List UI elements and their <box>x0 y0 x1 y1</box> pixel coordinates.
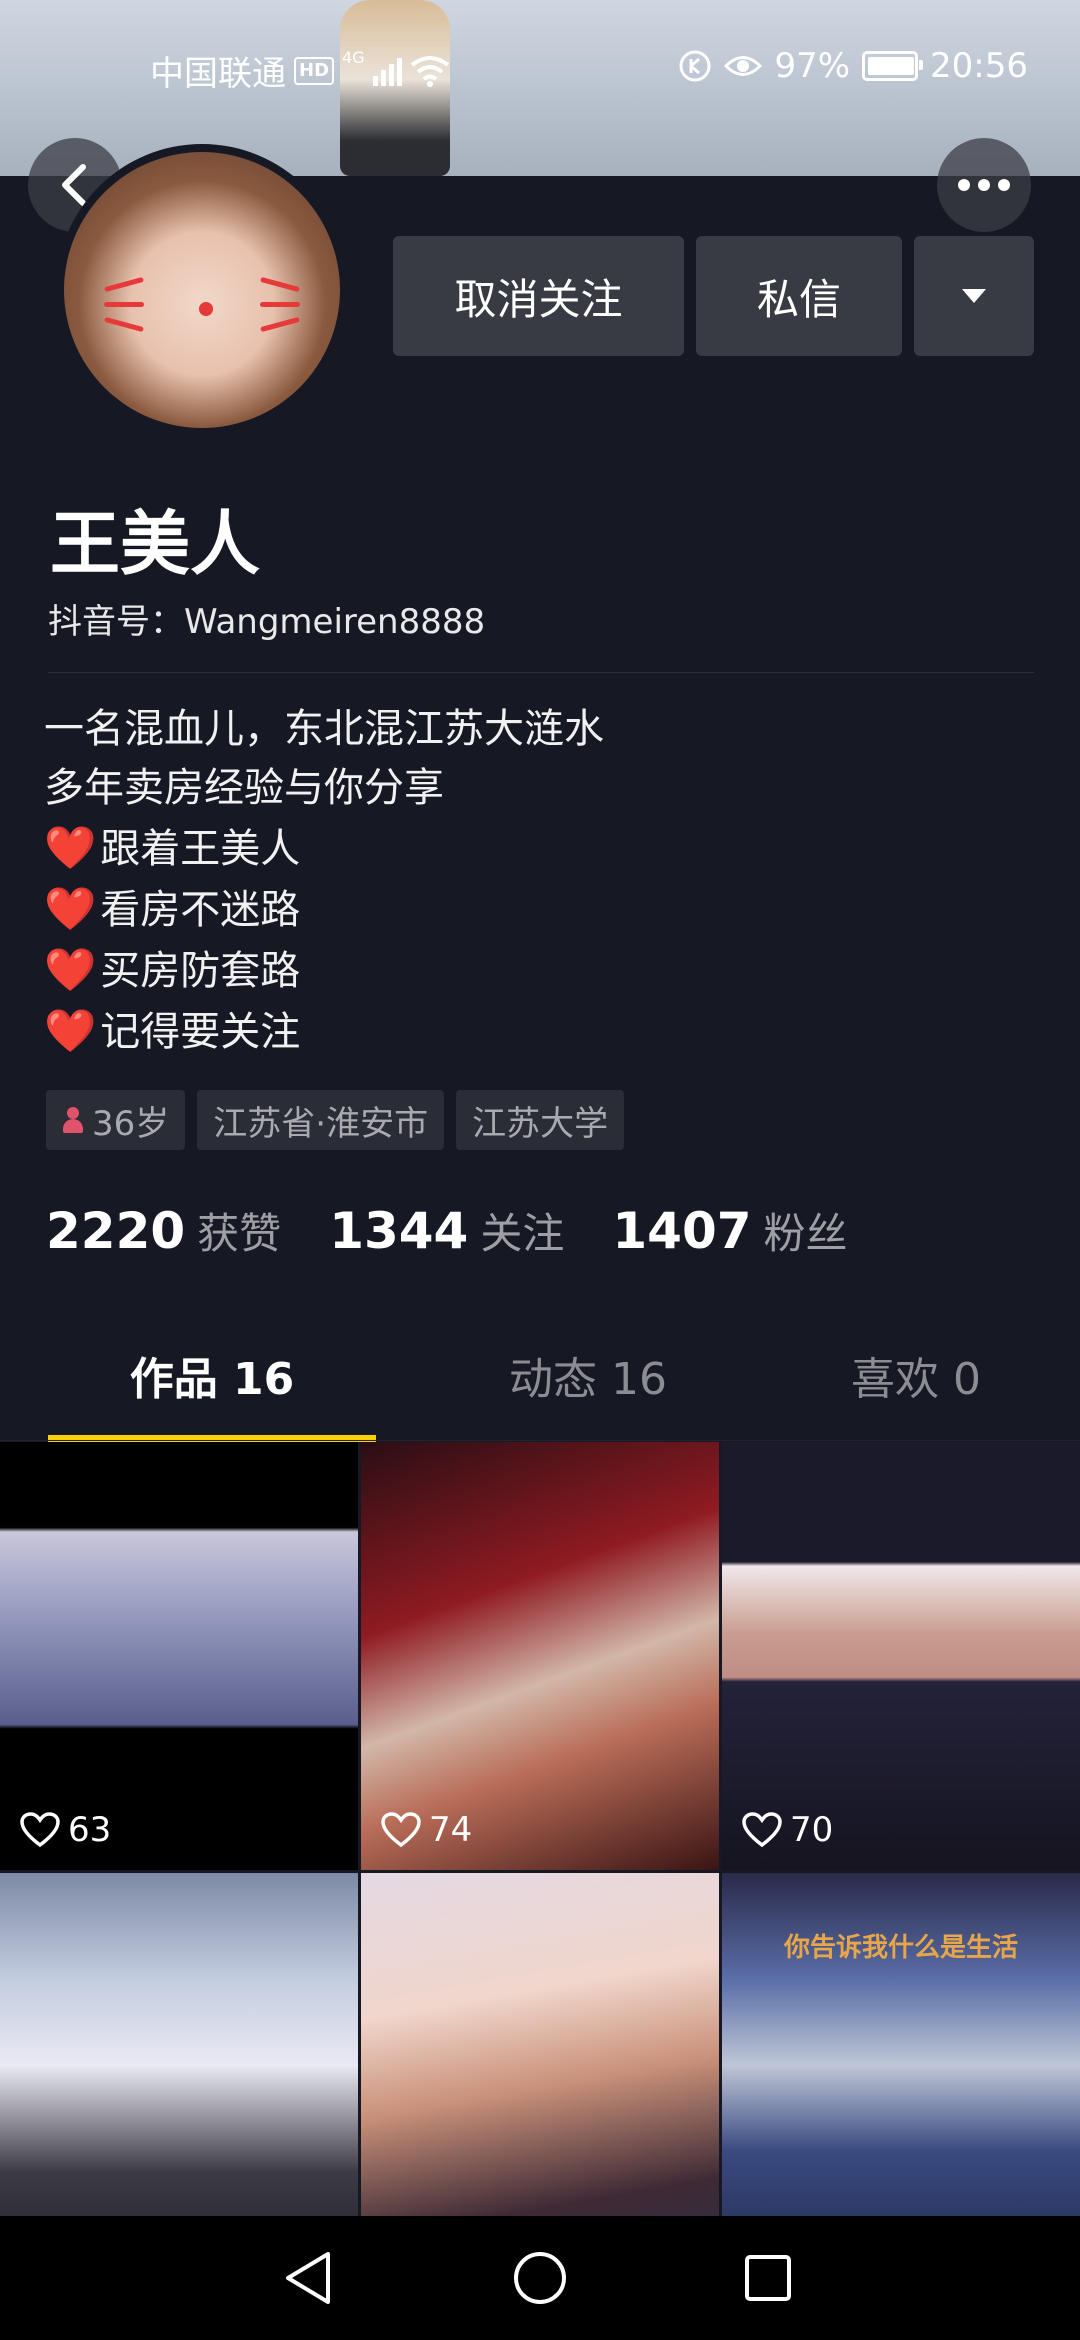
heart-outline-icon <box>742 1812 782 1848</box>
bio-line: 一名混血儿，东北混江苏大涟水 <box>44 706 604 752</box>
bio-line: ❤️ 看房不迷路 <box>44 884 301 933</box>
tab-likes[interactable]: 喜欢 0 <box>752 1330 1080 1440</box>
douyin-id[interactable]: 抖音号：Wangmeiren8888 <box>48 594 485 643</box>
carrier-label: 中国联通 <box>150 54 286 94</box>
clock: 20:56 <box>930 46 1028 86</box>
like-count: 74 <box>381 1810 472 1850</box>
video-thumbnail[interactable]: 63 <box>0 1442 358 1870</box>
heart-emoji-icon: ❤️ <box>44 823 97 872</box>
profile-name: 王美人 <box>50 503 260 585</box>
video-grid: 63 74 70 你告诉我什么是生活 <box>0 1442 1080 2301</box>
tab-dynamics[interactable]: 动态 16 <box>424 1330 752 1440</box>
heart-outline-icon <box>20 1812 60 1848</box>
heart-emoji-icon: ❤️ <box>44 945 97 994</box>
square-recents-icon <box>745 2255 791 2301</box>
battery-icon <box>862 51 924 81</box>
age-tag: 36岁 <box>46 1090 186 1150</box>
wifi-icon <box>410 55 449 87</box>
caret-down-icon <box>962 289 986 303</box>
bio: 一名混血儿，东北混江苏大涟水 多年卖房经验与你分享 ❤️ 跟着王美人 ❤️ 看房不迷… <box>44 700 604 1062</box>
recommend-dropdown-button[interactable] <box>914 236 1034 356</box>
video-thumbnail[interactable]: 74 <box>361 1442 719 1870</box>
system-nav-bar <box>0 2216 1080 2340</box>
circle-home-icon <box>514 2252 566 2304</box>
status-bar: 中国联通 HD 4G 97% 20:56 <box>0 0 1080 132</box>
network-label: 4G <box>342 48 365 67</box>
bio-line: ❤️ 记得要关注 <box>44 1006 301 1055</box>
heart-emoji-icon: ❤️ <box>44 884 97 933</box>
more-dots-icon <box>958 179 1010 191</box>
stat-following[interactable]: 1344 关注 <box>329 1200 564 1261</box>
data-saver-icon <box>679 50 711 82</box>
avatar[interactable] <box>56 144 348 436</box>
content-tabs: 作品 16 动态 16 喜欢 0 <box>0 1330 1080 1442</box>
location-tag: 江苏省·淮安市 <box>197 1090 445 1150</box>
profile-stats: 2220 获赞 1344 关注 1407 粉丝 <box>46 1200 896 1261</box>
nav-recents-button[interactable] <box>736 2246 800 2310</box>
stat-followers[interactable]: 1407 粉丝 <box>612 1200 847 1261</box>
tab-works[interactable]: 作品 16 <box>48 1330 376 1442</box>
like-count: 70 <box>742 1810 833 1850</box>
school-tag: 江苏大学 <box>456 1090 625 1150</box>
bio-line: ❤️ 买房防套路 <box>44 945 301 994</box>
divider <box>48 672 1034 673</box>
eye-icon <box>724 56 763 76</box>
heart-emoji-icon: ❤️ <box>44 1006 97 1055</box>
unfollow-button[interactable]: 取消关注 <box>393 236 684 356</box>
profile-tags: 36岁 江苏省·淮安市 江苏大学 <box>46 1090 625 1150</box>
nav-back-button[interactable] <box>276 2246 340 2310</box>
avatar-photo <box>64 152 340 428</box>
heart-outline-icon <box>381 1812 421 1848</box>
triangle-back-icon <box>286 2252 330 2304</box>
nav-home-button[interactable] <box>508 2246 572 2310</box>
like-count: 63 <box>20 1810 111 1850</box>
tabs-divider <box>0 1440 1080 1441</box>
bio-line: 多年卖房经验与你分享 <box>44 765 444 811</box>
thumbnail-caption: 你告诉我什么是生活 <box>783 1933 1018 1963</box>
bio-line: ❤️ 跟着王美人 <box>44 823 301 872</box>
message-button[interactable]: 私信 <box>696 236 902 356</box>
battery-percent: 97% <box>774 46 851 86</box>
stat-likes[interactable]: 2220 获赞 <box>46 1200 281 1261</box>
hd-badge: HD <box>294 56 335 85</box>
video-thumbnail[interactable]: 70 <box>722 1442 1080 1870</box>
more-button[interactable] <box>937 138 1031 232</box>
female-icon <box>62 1105 84 1135</box>
signal-icon <box>372 56 402 86</box>
